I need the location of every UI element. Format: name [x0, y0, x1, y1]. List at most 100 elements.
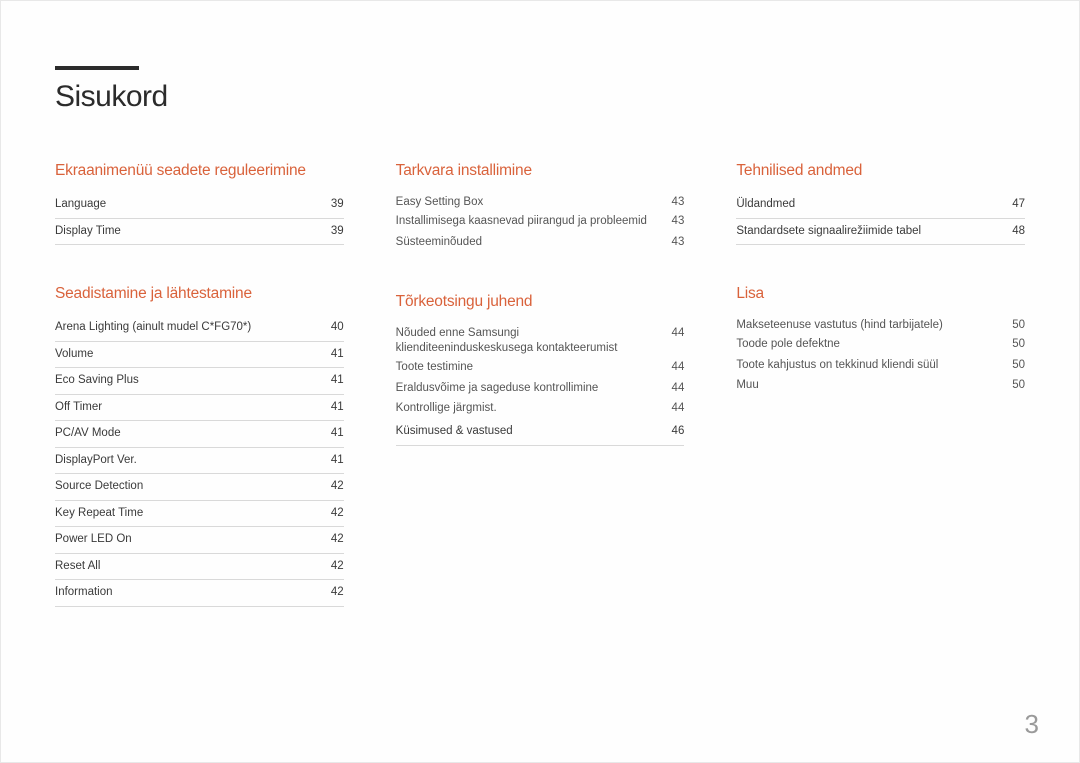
entry-page: 50 [1005, 379, 1025, 391]
toc-subentry[interactable]: Kontrollige järgmist. 44 [396, 399, 685, 420]
entry-label: Toode pole defektne [736, 337, 993, 353]
entry-page: 50 [1005, 338, 1025, 350]
entry-page: 46 [664, 425, 684, 437]
entry-page: 42 [324, 560, 344, 572]
toc-entry[interactable]: DisplayPort Ver. 41 [55, 448, 344, 475]
entry-label: Toote testimine [396, 360, 653, 376]
toc-entry[interactable]: Nõuded enne Samsungi klienditeeninduskes… [396, 323, 685, 358]
toc-entry[interactable]: Power LED On 42 [55, 527, 344, 554]
entry-page: 41 [324, 401, 344, 413]
entry-label: Power LED On [55, 532, 312, 548]
toc-entry[interactable]: Üldandmed 47 [736, 192, 1025, 219]
toc-section: Seadistamine ja lähtestamine Arena Lighti… [55, 285, 344, 607]
section-heading[interactable]: Tõrkeotsingu juhend [396, 293, 685, 311]
section-heading[interactable]: Tehnilised andmed [736, 162, 1025, 180]
toc-entry[interactable]: Language 39 [55, 192, 344, 219]
toc-subentry[interactable]: Toote testimine 44 [396, 358, 685, 379]
toc-entry[interactable]: Off Timer 41 [55, 395, 344, 422]
toc-entry[interactable]: Eco Saving Plus 41 [55, 368, 344, 395]
toc-subentry[interactable]: Installimisega kaasnevad piirangud ja pr… [396, 212, 685, 233]
entry-page: 39 [324, 225, 344, 237]
entry-label: Volume [55, 347, 312, 363]
entry-label: Installimisega kaasnevad piirangud ja pr… [396, 214, 653, 230]
toc-entry[interactable]: Volume 41 [55, 342, 344, 369]
toc-column: Tarkvara installimine Easy Setting Box 43 I… [396, 162, 685, 647]
entry-page: 43 [664, 215, 684, 227]
entry-label: Süsteeminõuded [396, 235, 653, 251]
entry-page: 42 [324, 507, 344, 519]
toc-subentry[interactable]: Eraldusvõime ja sageduse kontrollimine 44 [396, 378, 685, 399]
page-number: 3 [1025, 709, 1039, 740]
toc-column: Tehnilised andmed Üldandmed 47 Standardsete… [736, 162, 1025, 647]
entry-page: 47 [1005, 198, 1025, 210]
entry-label: Üldandmed [736, 197, 993, 213]
toc-column: Ekraanimenüü seadete reguleerimine Langua… [55, 162, 344, 647]
toc-subentry[interactable]: Süsteeminõuded 43 [396, 232, 685, 253]
entry-page: 48 [1005, 225, 1025, 237]
entry-label: Toote kahjustus on tekkinud kliendi süül [736, 358, 993, 374]
toc-entry[interactable]: Easy Setting Box 43 [396, 192, 685, 212]
entry-label: Standardsete signaalirežiimide tabel [736, 224, 993, 240]
toc-entry[interactable]: Küsimused & vastused 46 [396, 419, 685, 446]
toc-entry[interactable]: Arena Lighting (ainult mudel C*FG70*) 40 [55, 315, 344, 342]
entry-label: Off Timer [55, 400, 312, 416]
entry-page: 43 [664, 236, 684, 248]
toc-entry[interactable]: Reset All 42 [55, 554, 344, 581]
entry-page: 43 [664, 196, 684, 208]
toc-entry[interactable]: Information 42 [55, 580, 344, 607]
entry-label: Language [55, 197, 312, 213]
toc-section: Tehnilised andmed Üldandmed 47 Standardsete… [736, 162, 1025, 245]
toc-entry[interactable]: Display Time 39 [55, 219, 344, 246]
entry-label: Muu [736, 378, 993, 394]
toc-subentry[interactable]: Toode pole defektne 50 [736, 335, 1025, 356]
entry-label: Source Detection [55, 479, 312, 495]
toc-columns: Ekraanimenüü seadete reguleerimine Langua… [55, 162, 1025, 647]
entry-page: 41 [324, 454, 344, 466]
toc-subentry[interactable]: Muu 50 [736, 376, 1025, 397]
section-heading[interactable]: Lisa [736, 285, 1025, 303]
entry-label: Display Time [55, 224, 312, 240]
entry-label: Information [55, 585, 312, 601]
toc-section: Tõrkeotsingu juhend Nõuded enne Samsungi … [396, 293, 685, 446]
entry-label: Küsimused & vastused [396, 424, 653, 440]
entry-label: Makseteenuse vastutus (hind tarbijatele) [736, 318, 993, 334]
entry-label: Arena Lighting (ainult mudel C*FG70*) [55, 320, 312, 336]
entry-label: Key Repeat Time [55, 506, 312, 522]
entry-label: PC/AV Mode [55, 426, 312, 442]
entry-page: 44 [664, 382, 684, 394]
entry-label: Easy Setting Box [396, 195, 653, 211]
entry-page: 50 [1005, 359, 1025, 371]
section-heading[interactable]: Ekraanimenüü seadete reguleerimine [55, 162, 344, 180]
entry-page: 50 [1005, 319, 1025, 331]
entry-label: Eraldusvõime ja sageduse kontrollimine [396, 381, 653, 397]
entry-page: 44 [664, 361, 684, 373]
toc-section: Lisa Makseteenuse vastutus (hind tarbijat… [736, 285, 1025, 396]
toc-page: Sisukord Ekraanimenüü seadete reguleerim… [0, 0, 1080, 763]
toc-section: Tarkvara installimine Easy Setting Box 43 I… [396, 162, 685, 253]
toc-entry[interactable]: PC/AV Mode 41 [55, 421, 344, 448]
entry-page: 42 [324, 480, 344, 492]
entry-label: Kontrollige järgmist. [396, 401, 653, 417]
entry-page: 41 [324, 348, 344, 360]
entry-label: Reset All [55, 559, 312, 575]
entry-page: 41 [324, 374, 344, 386]
entry-page: 42 [324, 533, 344, 545]
entry-page: 40 [324, 321, 344, 333]
toc-entry[interactable]: Source Detection 42 [55, 474, 344, 501]
entry-page: 39 [324, 198, 344, 210]
toc-entry[interactable]: Standardsete signaalirežiimide tabel 48 [736, 219, 1025, 246]
toc-subentry[interactable]: Toote kahjustus on tekkinud kliendi süül… [736, 355, 1025, 376]
section-heading[interactable]: Seadistamine ja lähtestamine [55, 285, 344, 303]
toc-entry[interactable]: Key Repeat Time 42 [55, 501, 344, 528]
toc-entry[interactable]: Makseteenuse vastutus (hind tarbijatele)… [736, 315, 1025, 335]
section-heading[interactable]: Tarkvara installimine [396, 162, 685, 180]
title-rule [55, 66, 139, 70]
toc-section: Ekraanimenüü seadete reguleerimine Langua… [55, 162, 344, 245]
entry-page: 42 [324, 586, 344, 598]
entry-label: DisplayPort Ver. [55, 453, 312, 469]
entry-page: 44 [664, 402, 684, 414]
page-title: Sisukord [55, 80, 1025, 114]
entry-label: Eco Saving Plus [55, 373, 312, 389]
entry-label: Nõuded enne Samsungi klienditeeninduskes… [396, 326, 653, 357]
entry-page: 41 [324, 427, 344, 439]
